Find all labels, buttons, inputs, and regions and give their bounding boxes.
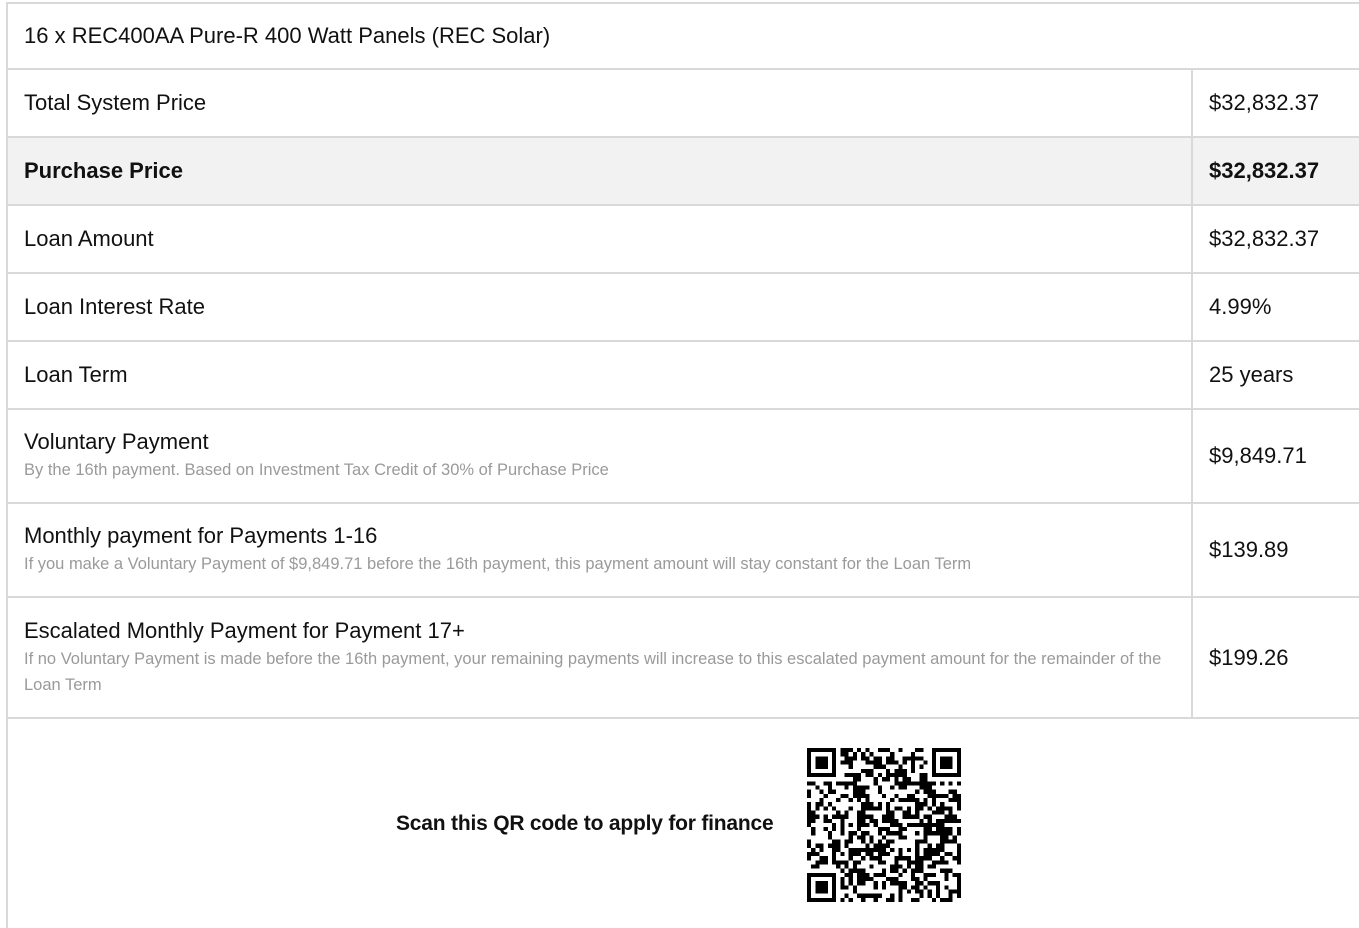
row-label: Monthly payment for Payments 1-16 bbox=[24, 523, 378, 548]
row-label-cell: Escalated Monthly Payment for Payment 17… bbox=[8, 598, 1193, 717]
system-description: 16 x REC400AA Pure-R 400 Watt Panels (RE… bbox=[8, 4, 1359, 70]
row-label: Voluntary Payment bbox=[24, 429, 209, 454]
row-value: 25 years bbox=[1209, 362, 1294, 387]
row-total-system-price: Total System Price $32,832.37 bbox=[8, 70, 1359, 138]
row-purchase-price: Purchase Price $32,832.37 bbox=[8, 138, 1359, 206]
row-label-cell: Purchase Price bbox=[8, 138, 1193, 204]
row-value: $32,832.37 bbox=[1209, 158, 1320, 183]
row-value: $199.26 bbox=[1209, 644, 1289, 670]
finance-summary-table: 16 x REC400AA Pure-R 400 Watt Panels (RE… bbox=[6, 2, 1359, 928]
row-label: Loan Amount bbox=[24, 226, 154, 251]
row-note: By the 16th payment. Based on Investment… bbox=[24, 461, 609, 479]
row-label-cell: Loan Term bbox=[8, 342, 1193, 408]
row-label-cell: Voluntary Payment By the 16th payment. B… bbox=[8, 410, 1193, 502]
row-note: If no Voluntary Payment is made before t… bbox=[24, 649, 1162, 694]
row-label: Loan Term bbox=[24, 362, 128, 387]
qr-section: Scan this QR code to apply for finance bbox=[8, 718, 1359, 928]
row-voluntary-payment: Voluntary Payment By the 16th payment. B… bbox=[8, 410, 1359, 504]
row-label-cell: Loan Interest Rate bbox=[8, 274, 1193, 340]
row-value: $139.89 bbox=[1209, 537, 1289, 562]
row-value: $9,849.71 bbox=[1209, 443, 1307, 468]
row-label: Purchase Price bbox=[24, 158, 183, 183]
row-value: $32,832.37 bbox=[1209, 90, 1320, 115]
row-loan-amount: Loan Amount $32,832.37 bbox=[8, 206, 1359, 274]
row-escalated-payment: Escalated Monthly Payment for Payment 17… bbox=[8, 598, 1359, 719]
row-label-cell: Monthly payment for Payments 1-16 If you… bbox=[8, 504, 1193, 596]
row-value: 4.99% bbox=[1209, 294, 1272, 319]
row-value: $32,832.37 bbox=[1209, 226, 1320, 251]
row-note: If you make a Voluntary Payment of $9,84… bbox=[24, 555, 972, 573]
row-monthly-payment: Monthly payment for Payments 1-16 If you… bbox=[8, 504, 1359, 598]
system-description-text: 16 x REC400AA Pure-R 400 Watt Panels (RE… bbox=[24, 23, 551, 48]
qr-caption: Scan this QR code to apply for finance bbox=[396, 812, 774, 835]
row-label: Loan Interest Rate bbox=[24, 294, 206, 319]
row-label-cell: Loan Amount bbox=[8, 206, 1193, 272]
row-label: Total System Price bbox=[24, 90, 207, 115]
row-loan-term: Loan Term 25 years bbox=[8, 342, 1359, 410]
row-loan-interest-rate: Loan Interest Rate 4.99% bbox=[8, 274, 1359, 342]
qr-code-icon[interactable] bbox=[807, 748, 961, 902]
row-label-cell: Total System Price bbox=[8, 70, 1193, 136]
row-label: Escalated Monthly Payment for Payment 17… bbox=[24, 617, 465, 643]
